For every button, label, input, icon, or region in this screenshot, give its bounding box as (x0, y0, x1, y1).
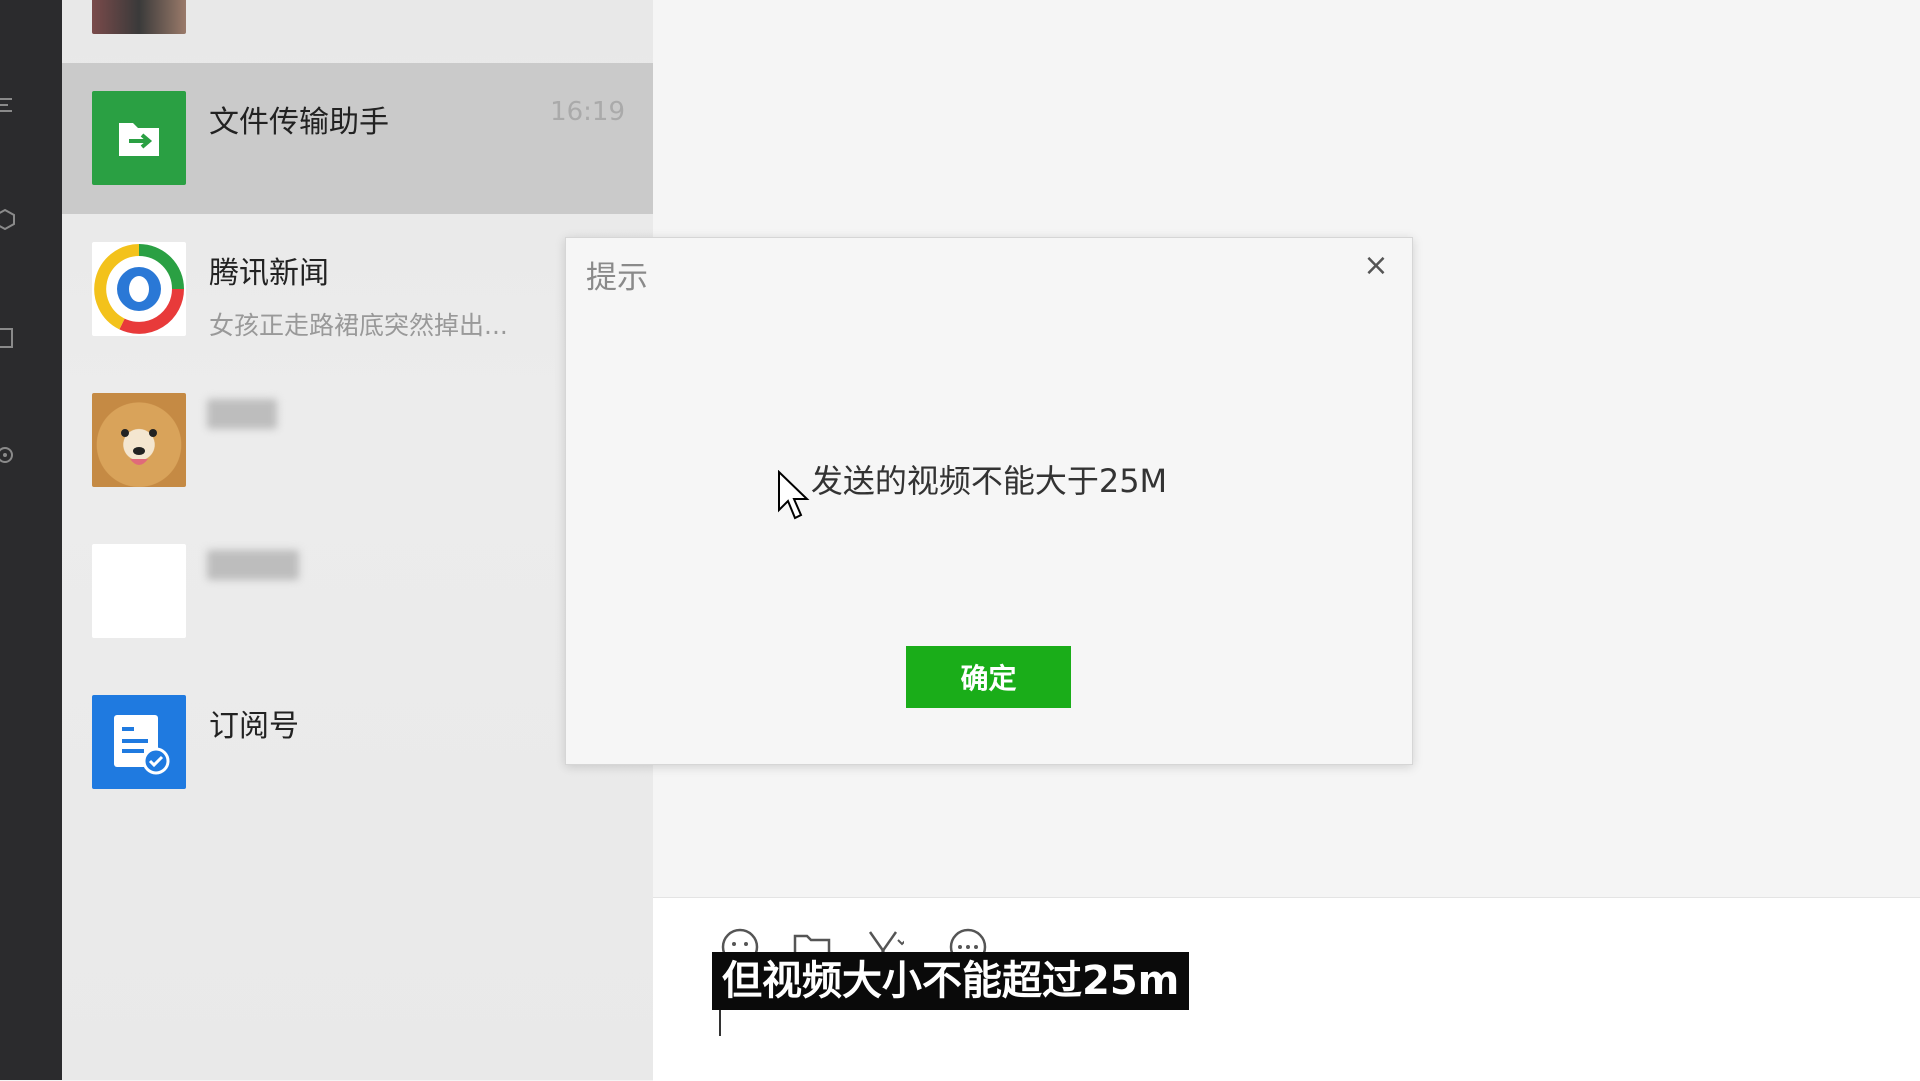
file-transfer-avatar (92, 91, 186, 185)
chat-name: 腾讯新闻 (209, 256, 329, 291)
chat-list-icon[interactable] (0, 95, 16, 117)
blurred-name (207, 399, 277, 429)
folder-arrow-icon (119, 123, 159, 156)
avatar (92, 544, 186, 638)
avatar (92, 0, 186, 34)
favorites-icon[interactable] (0, 327, 16, 349)
sidebar-nav (0, 0, 62, 1080)
wechat-window: 文件传输助手 16:19 腾讯新闻 1 女孩正走路裙底突然掉出... (0, 0, 1920, 1081)
dialog-title: 提示 (586, 260, 648, 296)
blurred-name (207, 550, 299, 580)
alert-dialog: 提示 × 发送的视频不能大于25M 确定 (565, 237, 1413, 765)
settings-icon[interactable] (0, 444, 16, 466)
subscription-doc-icon (114, 715, 170, 775)
dialog-message: 发送的视频不能大于25M (810, 462, 1168, 500)
chat-item-partial[interactable] (62, 0, 653, 63)
tencent-news-avatar (92, 242, 186, 336)
chat-item-file-transfer[interactable]: 文件传输助手 16:19 (62, 63, 653, 214)
dog-face-icon (121, 429, 157, 465)
cube-icon[interactable] (0, 208, 16, 231)
tencent-news-logo-icon (94, 244, 184, 334)
chat-time: 16:19 (550, 97, 625, 127)
dog-avatar (92, 393, 186, 487)
close-icon[interactable]: × (1360, 250, 1392, 282)
video-caption: 但视频大小不能超过25m (712, 952, 1190, 1010)
text-caret (719, 1010, 721, 1036)
ok-button[interactable]: 确定 (906, 646, 1071, 708)
subscriptions-avatar (92, 695, 186, 789)
mouse-cursor-icon (777, 469, 811, 522)
chat-preview: 女孩正走路裙底突然掉出... (209, 311, 508, 340)
chat-name: 文件传输助手 (209, 105, 389, 140)
chat-name: 订阅号 (209, 709, 299, 744)
